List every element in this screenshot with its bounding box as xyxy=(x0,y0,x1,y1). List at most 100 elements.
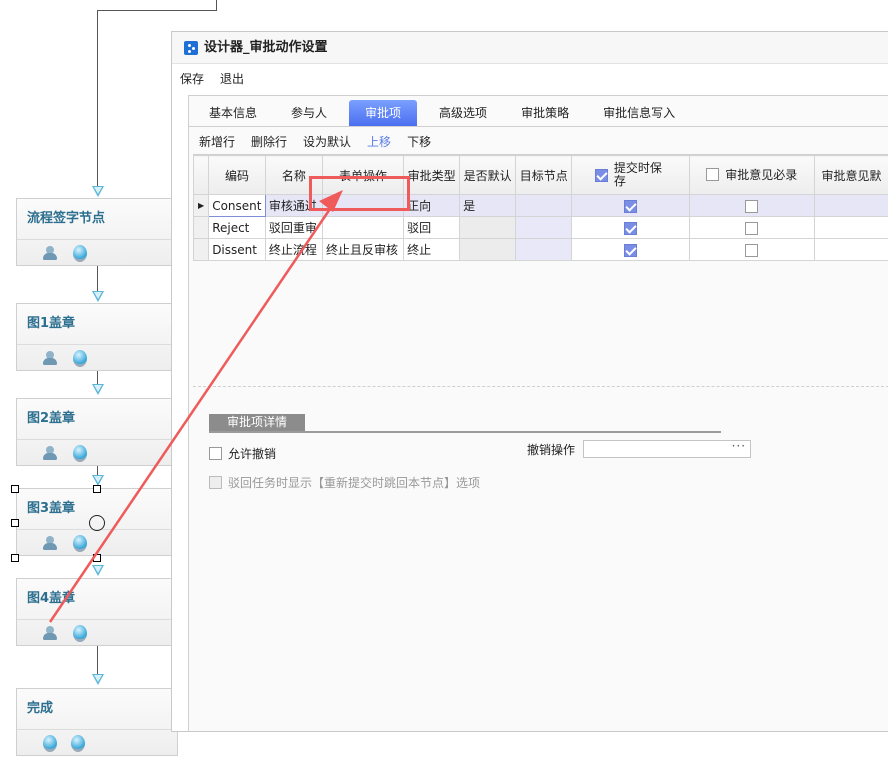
column-header-save[interactable]: 提交时保存 xyxy=(571,155,690,195)
required-all-checkbox[interactable] xyxy=(706,168,720,181)
participant-icon[interactable] xyxy=(43,351,59,365)
delete-row-button[interactable]: 删除行 xyxy=(251,133,287,150)
cell-target[interactable] xyxy=(515,238,573,261)
selection-handle[interactable] xyxy=(93,554,101,562)
participant-icon[interactable] xyxy=(43,626,59,640)
flow-node-stamp4[interactable]: 图4盖章 xyxy=(16,578,178,646)
cell-name[interactable]: 终止流程 xyxy=(264,238,323,261)
save-checkbox[interactable] xyxy=(623,243,637,257)
cell-target[interactable] xyxy=(515,216,573,239)
allow-cancel-checkbox[interactable] xyxy=(209,447,222,460)
app-icon xyxy=(184,40,198,55)
cell-type[interactable]: 驳回 xyxy=(403,216,461,239)
reject-option-row: 驳回任务时显示【重新提交时跳回本节点】选项 xyxy=(209,474,888,491)
column-header[interactable]: 是否默认 xyxy=(459,155,517,195)
reject-option-label: 驳回任务时显示【重新提交时跳回本节点】选项 xyxy=(228,476,481,490)
cell-default-opinion[interactable] xyxy=(814,194,888,217)
splitter[interactable] xyxy=(193,386,888,387)
cancel-op-label: 撤销操作 xyxy=(527,442,576,457)
globe-icon[interactable] xyxy=(73,624,87,642)
dialog-titlebar[interactable]: 设计器_审批动作设置 xyxy=(172,32,888,64)
cell-default-opinion[interactable] xyxy=(814,238,888,261)
cell-name[interactable]: 驳回重审 xyxy=(264,216,323,239)
cell-form-op[interactable]: 终止且反审核 xyxy=(321,238,405,261)
save-all-checkbox[interactable] xyxy=(594,168,608,182)
tab-info-write[interactable]: 审批信息写入 xyxy=(591,100,687,126)
tab-basic-info[interactable]: 基本信息 xyxy=(197,100,269,126)
required-checkbox[interactable] xyxy=(745,221,759,235)
grid-toolbar: 新增行 删除行 设为默认 上移 下移 xyxy=(189,127,888,155)
participant-icon[interactable] xyxy=(43,536,59,550)
rotate-handle[interactable] xyxy=(89,515,105,531)
participant-icon[interactable] xyxy=(43,246,59,260)
tab-strategy[interactable]: 审批策略 xyxy=(509,100,581,126)
approval-item-detail: 审批项详情 允许撤销 撤销操作 ··· 驳回任务时显示【重新提交时跳回本节点】选… xyxy=(209,414,888,614)
column-header[interactable]: 目标节点 xyxy=(515,155,573,195)
set-default-button[interactable]: 设为默认 xyxy=(303,133,351,150)
table-row[interactable]: Dissent 终止流程 终止且反审核 终止 xyxy=(192,238,888,261)
tab-participants[interactable]: 参与人 xyxy=(279,100,339,126)
save-menu[interactable]: 保存 xyxy=(180,70,204,87)
node-title: 图2盖章 xyxy=(17,399,177,440)
exit-menu[interactable]: 退出 xyxy=(220,70,244,87)
selection-handle[interactable] xyxy=(11,519,19,527)
column-header[interactable]: 审批意见默 xyxy=(814,155,888,195)
cell-default[interactable]: 是 xyxy=(459,194,517,217)
flow-connector xyxy=(97,371,98,385)
cell-default[interactable] xyxy=(459,216,517,239)
add-row-button[interactable]: 新增行 xyxy=(199,133,235,150)
allow-cancel-label: 允许撤销 xyxy=(228,447,277,461)
column-header-label: 审批意见必录 xyxy=(725,168,798,182)
cell-code[interactable]: Dissent xyxy=(208,238,266,261)
cell-code[interactable]: Consent xyxy=(208,194,266,217)
column-header-required[interactable]: 审批意见必录 xyxy=(688,155,816,195)
flow-node-stamp1[interactable]: 图1盖章 xyxy=(16,303,178,371)
row-indicator xyxy=(192,216,210,239)
cell-default-opinion[interactable] xyxy=(814,216,888,239)
cell-save[interactable] xyxy=(571,216,690,239)
move-down-button[interactable]: 下移 xyxy=(407,133,431,150)
cell-target[interactable] xyxy=(515,194,573,217)
flow-node-sign[interactable]: 流程签字节点 xyxy=(16,198,178,266)
move-up-button[interactable]: 上移 xyxy=(367,133,391,150)
column-header[interactable]: 编码 xyxy=(208,155,266,195)
selection-handle[interactable] xyxy=(11,554,19,562)
globe-icon[interactable] xyxy=(73,244,87,262)
table-row[interactable]: Reject 驳回重审 驳回 xyxy=(192,216,888,239)
required-checkbox[interactable] xyxy=(745,199,759,213)
cancel-op-input[interactable]: ··· xyxy=(583,439,752,458)
save-checkbox[interactable] xyxy=(623,199,637,213)
selection-handle[interactable] xyxy=(93,485,101,493)
table-row[interactable]: ▶ Consent 审核通过 正向 是 xyxy=(192,194,888,217)
flow-node-finish[interactable]: 完成 xyxy=(16,688,178,756)
globe-icon[interactable] xyxy=(73,349,87,367)
globe-icon[interactable] xyxy=(73,534,87,552)
cell-required[interactable] xyxy=(688,238,816,261)
required-checkbox[interactable] xyxy=(745,243,759,257)
row-indicator-header xyxy=(192,155,210,195)
cell-save[interactable] xyxy=(571,194,690,217)
cell-type[interactable]: 正向 xyxy=(403,194,461,217)
flow-connector xyxy=(97,10,216,11)
tab-approval-items[interactable]: 审批项 xyxy=(349,100,418,126)
detail-tab[interactable]: 审批项详情 xyxy=(209,414,306,431)
approval-items-grid: 编码 名称 表单操作 审批类型 是否默认 目标节点 提交时保存 审批意见必录 审… xyxy=(192,154,888,261)
cell-form-op[interactable] xyxy=(321,216,405,239)
ellipsis-button[interactable]: ··· xyxy=(732,439,746,453)
cell-code[interactable]: Reject xyxy=(208,216,266,239)
cell-default[interactable] xyxy=(459,238,517,261)
cell-required[interactable] xyxy=(688,194,816,217)
flow-node-stamp2[interactable]: 图2盖章 xyxy=(16,398,178,466)
save-checkbox[interactable] xyxy=(623,221,637,235)
globe-icon[interactable] xyxy=(43,734,57,752)
cell-type[interactable]: 终止 xyxy=(403,238,461,261)
cell-required[interactable] xyxy=(688,216,816,239)
tab-advanced[interactable]: 高级选项 xyxy=(427,100,499,126)
participant-icon[interactable] xyxy=(43,446,59,460)
column-header[interactable]: 审批类型 xyxy=(403,155,461,195)
cell-save[interactable] xyxy=(571,238,690,261)
globe-icon[interactable] xyxy=(73,444,87,462)
row-indicator xyxy=(192,238,210,261)
selection-handle[interactable] xyxy=(11,485,19,493)
globe-icon[interactable] xyxy=(71,734,85,752)
